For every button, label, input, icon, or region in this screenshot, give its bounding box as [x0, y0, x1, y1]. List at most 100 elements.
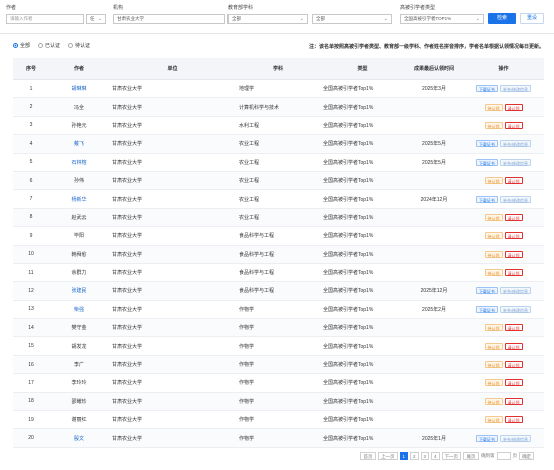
claim-button[interactable]: 请认领	[504, 103, 523, 111]
page-prev-button[interactable]: 上一页	[378, 452, 398, 460]
edit-info-button[interactable]: 补充/修改信息	[499, 140, 532, 148]
row-ops: 待认领 请认领	[463, 373, 544, 393]
row-time: 2025年2月	[405, 300, 463, 320]
edit-info-button[interactable]: 补充/修改信息	[499, 85, 532, 93]
page-3-button[interactable]: 3	[420, 452, 430, 460]
pending-badge: 待认领	[484, 232, 503, 240]
claim-button[interactable]: 请认领	[504, 324, 523, 332]
row-no: 19	[13, 410, 49, 430]
filter-bar: 作者 请输入作者 任⌄ 机构 甘肃农业大学 任⌄ 教育部学科 全部⌄ 全部⌄ 高…	[0, 0, 554, 30]
page-2-button[interactable]: 2	[410, 452, 419, 460]
claim-button[interactable]: 请认领	[504, 379, 523, 387]
pending-badge: 待认领	[484, 397, 503, 405]
chevron-down-icon: ⌄	[299, 16, 304, 22]
page-first-button[interactable]: 首页	[360, 452, 376, 460]
row-author[interactable]: 戴飞	[49, 134, 109, 154]
edit-info-button[interactable]: 补充/修改信息	[499, 158, 532, 166]
claim-button[interactable]: 请认领	[504, 232, 523, 240]
row-unit: 甘肃农业大学	[109, 226, 236, 246]
download-certificate-button[interactable]: 下载证书	[475, 195, 498, 203]
pending-badge: 待认领	[484, 250, 503, 258]
download-certificate-button[interactable]: 下载证书	[475, 85, 498, 93]
download-certificate-button[interactable]: 下载证书	[475, 158, 498, 166]
pending-badge: 待认领	[484, 379, 503, 387]
table-row: 18 邵耀珍 甘肃农业大学 作物学 全国高被引学者Top1% 待认领 请认领	[13, 392, 544, 412]
row-author[interactable]: 胡琳琳	[49, 79, 109, 99]
row-ops: 下载证书 补充/修改信息	[463, 134, 544, 154]
pending-badge: 待认领	[484, 269, 503, 277]
row-subject: 食品科学与工程	[236, 226, 320, 246]
download-certificate-button[interactable]: 下载证书	[475, 305, 498, 313]
row-time	[405, 226, 463, 246]
table-row: 15 胡发龙 甘肃农业大学 作物学 全国高被引学者Top1% 待认领 请认领	[13, 336, 544, 356]
author-input[interactable]: 请输入作者	[6, 14, 84, 24]
claim-button[interactable]: 请认领	[504, 213, 523, 221]
row-author[interactable]: 殷文	[49, 428, 109, 448]
radio-certified[interactable]: 已认证	[38, 42, 60, 49]
page-unit-label: 页	[512, 453, 518, 458]
row-no: 3	[13, 116, 49, 136]
row-author[interactable]: 石林榕	[49, 153, 109, 172]
row-unit: 甘肃农业大学	[109, 208, 236, 228]
page-jump-input[interactable]	[496, 452, 511, 460]
discipline-select-secondary[interactable]: 全部 ⌄	[312, 14, 392, 24]
claim-button[interactable]: 请认领	[504, 397, 523, 405]
edit-info-button[interactable]: 补充/修改信息	[499, 434, 532, 442]
row-no: 9	[13, 226, 49, 246]
row-subject: 作物学	[236, 428, 320, 448]
discipline-select-primary[interactable]: 全部 ⌄	[228, 14, 308, 24]
row-ops: 待认领 请认领	[463, 336, 544, 356]
radio-all[interactable]: 全部	[13, 42, 30, 49]
row-author[interactable]: 杨新华	[49, 189, 109, 209]
row-time	[405, 263, 463, 283]
search-button[interactable]: 检索	[488, 13, 516, 24]
author-match-select[interactable]: 任 ⌄	[86, 14, 106, 24]
row-subject: 农业工程	[236, 208, 320, 228]
claim-button[interactable]: 请认领	[504, 177, 523, 185]
col-header-time: 成果最后认领时间	[405, 58, 463, 80]
row-ops: 下载证书 补充/修改信息	[463, 79, 544, 99]
reset-button[interactable]: 重设	[520, 13, 544, 24]
pending-badge: 待认领	[484, 103, 503, 111]
page-jump-label: 确到第	[481, 453, 495, 458]
page-last-button[interactable]: 尾页	[463, 452, 480, 460]
highcite-select[interactable]: 全国高被引学者TOP1% ⌄	[400, 14, 484, 24]
row-type: 全国高被引学者Top1%	[320, 226, 405, 246]
claim-button[interactable]: 请认领	[504, 250, 523, 258]
row-no: 11	[13, 263, 49, 283]
claim-button[interactable]: 请认领	[504, 121, 523, 129]
edit-info-button[interactable]: 补充/修改信息	[499, 305, 532, 313]
row-type: 全国高被引学者Top1%	[320, 336, 405, 356]
claim-button[interactable]: 请认领	[504, 416, 523, 424]
row-author: 谢丽红	[49, 410, 109, 430]
row-unit: 甘肃农业大学	[109, 189, 236, 209]
row-type: 全国高被引学者Top1%	[320, 97, 405, 117]
row-author[interactable]: 柴强	[49, 300, 109, 320]
row-subject: 作物学	[236, 373, 320, 393]
page-next-button[interactable]: 下一页	[441, 452, 462, 460]
col-header-type: 类型	[320, 58, 405, 80]
download-certificate-button[interactable]: 下载证书	[475, 434, 498, 442]
row-no: 15	[13, 336, 49, 356]
edit-info-button[interactable]: 补充/修改信息	[499, 195, 532, 203]
table-row: 13 柴强 甘肃农业大学 作物学 全国高被引学者Top1% 2025年2月 下载证书 补充/修…	[13, 300, 544, 320]
row-subject: 作物学	[236, 336, 320, 356]
claim-button[interactable]: 请认领	[504, 342, 523, 350]
row-unit: 甘肃农业大学	[109, 171, 236, 191]
row-no: 16	[13, 355, 49, 375]
row-time: 2025年1月	[405, 428, 463, 448]
page-4-button[interactable]: 4	[431, 452, 440, 460]
radio-pending[interactable]: 待认证	[68, 42, 90, 49]
edit-info-button[interactable]: 补充/修改信息	[499, 287, 532, 295]
claim-button[interactable]: 请认领	[504, 269, 523, 277]
page-1-button[interactable]: 1	[399, 452, 409, 460]
table-row: 11 余群力 甘肃农业大学 食品科学与工程 全国高被引学者Top1% 待认领 请认领	[13, 263, 544, 283]
download-certificate-button[interactable]: 下载证书	[475, 140, 498, 148]
claim-button[interactable]: 请认领	[504, 361, 523, 369]
org-input[interactable]: 甘肃农业大学	[113, 14, 225, 24]
row-time	[405, 171, 463, 191]
download-certificate-button[interactable]: 下载证书	[475, 287, 498, 295]
page-go-button[interactable]: 确定	[519, 452, 535, 460]
row-author[interactable]: 张建民	[49, 281, 109, 301]
row-ops: 待认领 请认领	[463, 97, 544, 117]
